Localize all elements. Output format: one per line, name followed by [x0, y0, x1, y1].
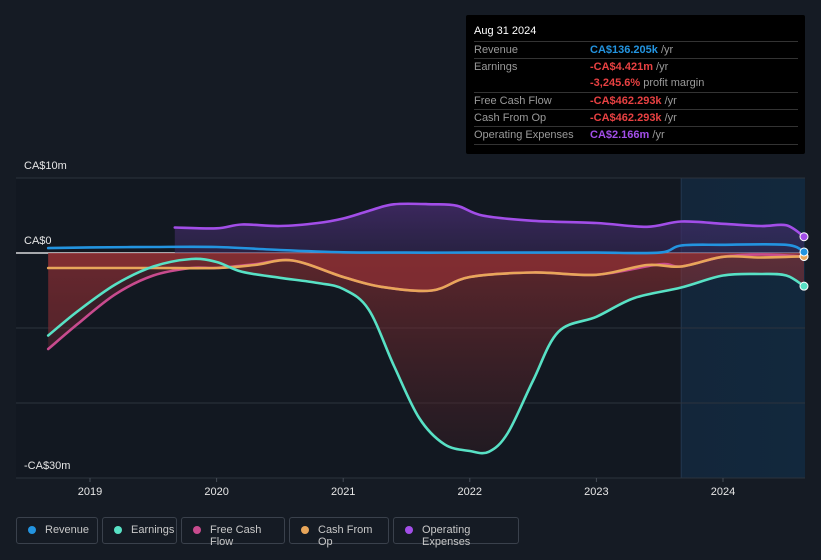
legend-label: Operating Expenses: [422, 524, 471, 548]
tooltip-value: -CA$4.421m: [590, 61, 653, 73]
operating-expenses-endpoint[interactable]: [799, 232, 809, 242]
x-tick-label: 2022: [458, 486, 482, 498]
tooltip: Aug 31 2024 Revenue CA$136.205k /yr Earn…: [466, 15, 805, 154]
tooltip-value-wrap: -3,245.6% profit margin: [590, 77, 704, 89]
earnings-endpoint[interactable]: [799, 281, 809, 291]
x-tick-label: 2020: [204, 486, 228, 498]
tooltip-label: Cash From Op: [474, 112, 547, 124]
tooltip-value: -CA$462.293k: [590, 112, 662, 124]
tooltip-row-opex: Operating Expenses CA$2.166m /yr: [474, 126, 798, 145]
tooltip-label: Operating Expenses: [474, 129, 574, 141]
legend-item-revenue[interactable]: Revenue: [16, 517, 98, 544]
x-tick-label: 2024: [711, 486, 735, 498]
tooltip-value-wrap: -CA$4.421m /yr: [590, 61, 668, 73]
y-tick-label-top: CA$10m: [24, 160, 67, 172]
tooltip-row-earnings: Earnings -CA$4.421m /yr: [474, 58, 798, 76]
tooltip-date: Aug 31 2024: [474, 25, 537, 37]
tooltip-unit: /yr: [652, 61, 669, 73]
legend-label: Free Cash Flow: [210, 524, 262, 548]
legend-label: Cash From Op: [318, 524, 373, 548]
tooltip-label: Earnings: [474, 61, 518, 73]
tooltip-value-wrap: CA$136.205k /yr: [590, 44, 673, 56]
tooltip-row-revenue: Revenue CA$136.205k /yr: [474, 41, 798, 59]
tooltip-value: CA$2.166m: [590, 129, 650, 141]
tooltip-row-cfo: Cash From Op -CA$462.293k /yr: [474, 109, 798, 127]
legend-label: Earnings: [131, 524, 175, 536]
revenue-endpoint[interactable]: [799, 247, 809, 257]
legend-item-cash-from-op[interactable]: Cash From Op: [289, 517, 389, 548]
legend-label: Revenue: [45, 524, 90, 536]
tooltip-unit: /yr: [661, 95, 677, 107]
tooltip-row-fcf: Free Cash Flow -CA$462.293k /yr: [474, 92, 798, 110]
tooltip-row-margin: -3,245.6% profit margin: [474, 75, 798, 92]
tooltip-value-wrap: CA$2.166m /yr: [590, 129, 665, 141]
tooltip-unit: profit margin: [640, 77, 705, 89]
x-tick-label: 2023: [584, 486, 608, 498]
legend-dot-icon: [301, 526, 309, 534]
tooltip-value: -3,245.6%: [590, 77, 641, 89]
tooltip-unit: /yr: [661, 112, 677, 124]
y-tick-label-bottom: -CA$30m: [24, 460, 71, 472]
tooltip-value: CA$136.205k: [590, 44, 658, 56]
legend-dot-icon: [193, 526, 201, 534]
x-tick-label: 2019: [78, 486, 102, 498]
x-tick-label: 2021: [331, 486, 355, 498]
tooltip-label: Revenue: [474, 44, 519, 56]
tooltip-value-wrap: -CA$462.293k /yr: [590, 112, 677, 124]
legend-item-earnings[interactable]: Earnings: [102, 517, 177, 544]
y-tick-label-zero: CA$0: [24, 235, 52, 247]
legend-dot-icon: [114, 526, 122, 534]
tooltip-label: Free Cash Flow: [474, 95, 552, 107]
tooltip-unit: /yr: [649, 129, 665, 141]
legend-item-free-cash-flow[interactable]: Free Cash Flow: [181, 517, 285, 548]
tooltip-unit: /yr: [657, 44, 674, 56]
tooltip-value-wrap: -CA$462.293k /yr: [590, 95, 677, 107]
legend-item-operating-expenses[interactable]: Operating Expenses: [393, 517, 519, 548]
legend-dot-icon: [28, 526, 36, 534]
legend-dot-icon: [405, 526, 413, 534]
tooltip-value: -CA$462.293k: [590, 95, 662, 107]
